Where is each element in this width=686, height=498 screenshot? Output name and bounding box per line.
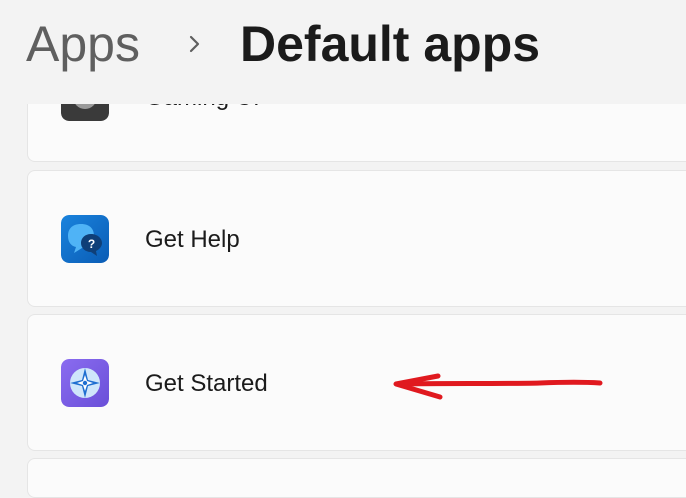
list-item-label: Get Started [145, 370, 268, 397]
svg-text:?: ? [88, 237, 95, 251]
get-started-app-icon [61, 359, 109, 407]
chevron-right-icon [189, 35, 200, 53]
get-help-app-icon: ? [61, 215, 109, 263]
breadcrumb-parent-apps[interactable]: Apps [26, 12, 140, 76]
red-arrow-annotation [393, 373, 603, 400]
list-item-next[interactable] [27, 458, 686, 498]
list-item-get-help[interactable]: ? Get Help [27, 170, 686, 307]
list-item-label: Get Help [145, 226, 240, 253]
page-title: Default apps [240, 16, 541, 72]
page-header: Apps Default apps [0, 0, 686, 104]
